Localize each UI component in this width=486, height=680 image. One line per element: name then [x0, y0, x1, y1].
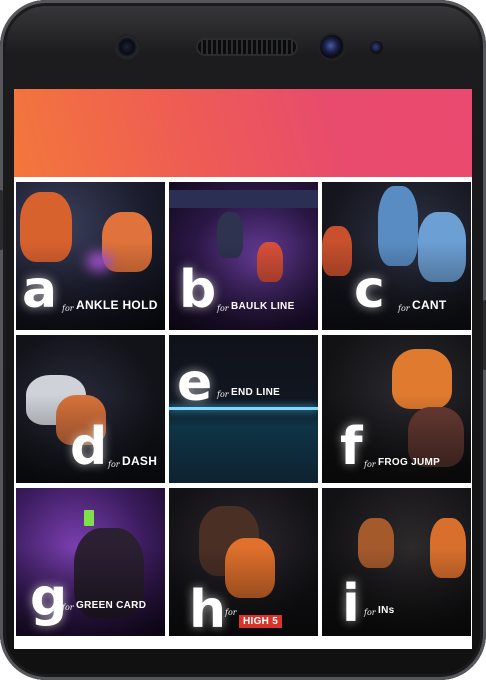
tile-letter: b — [179, 260, 217, 320]
tile-ankle-hold[interactable]: a for ANKLE HOLD — [16, 182, 165, 330]
tile-term: DASH — [122, 454, 158, 468]
tile-term: GREEN CARD — [76, 600, 147, 611]
tile-dash[interactable]: d for DASH — [16, 335, 165, 483]
tile-frog-jump[interactable]: f for FROG JUMP — [322, 335, 471, 483]
tile-ins[interactable]: i for INs — [322, 488, 471, 636]
tile-high-5[interactable]: h for HIGH 5 — [169, 488, 318, 636]
phone-screen: a for ANKLE HOLD b for BAULK LINE c for … — [14, 89, 472, 649]
for-label: for — [62, 304, 74, 313]
proximity-sensor-icon — [370, 41, 383, 54]
earpiece-speaker-icon — [198, 40, 296, 54]
tile-term: BAULK LINE — [231, 301, 295, 312]
header-banner — [14, 89, 472, 177]
tile-green-card[interactable]: g for GREEN CARD — [16, 488, 165, 636]
tile-letter: e — [177, 353, 213, 413]
tile-letter: i — [342, 574, 360, 634]
tile-cant[interactable]: c for CANT — [322, 182, 471, 330]
tile-term: CANT — [412, 298, 447, 312]
tile-letter: c — [354, 260, 385, 320]
phone-frame: a for ANKLE HOLD b for BAULK LINE c for … — [0, 0, 486, 680]
for-label: for — [62, 603, 74, 612]
tile-letter: h — [189, 580, 227, 636]
tile-letter: g — [30, 568, 68, 628]
tile-term: FROG JUMP — [378, 457, 441, 468]
tile-term: INs — [378, 605, 395, 616]
volume-button — [0, 190, 3, 250]
tile-letter: d — [70, 417, 108, 477]
front-camera-icon — [320, 35, 344, 59]
for-label: for — [217, 390, 229, 399]
for-label: for — [108, 460, 120, 469]
for-label: for — [225, 608, 237, 617]
for-label: for — [364, 460, 376, 469]
tile-letter: a — [22, 260, 58, 320]
rear-camera-icon — [116, 36, 138, 58]
for-label: for — [364, 608, 376, 617]
tile-term: HIGH 5 — [239, 615, 283, 628]
tile-term: END LINE — [231, 387, 281, 398]
for-label: for — [398, 304, 410, 313]
tile-letter: f — [340, 417, 363, 477]
tile-baulk-line[interactable]: b for BAULK LINE — [169, 182, 318, 330]
tile-term: ANKLE HOLD — [76, 298, 158, 312]
for-label: for — [217, 304, 229, 313]
tile-end-line[interactable]: e for END LINE — [169, 335, 318, 483]
